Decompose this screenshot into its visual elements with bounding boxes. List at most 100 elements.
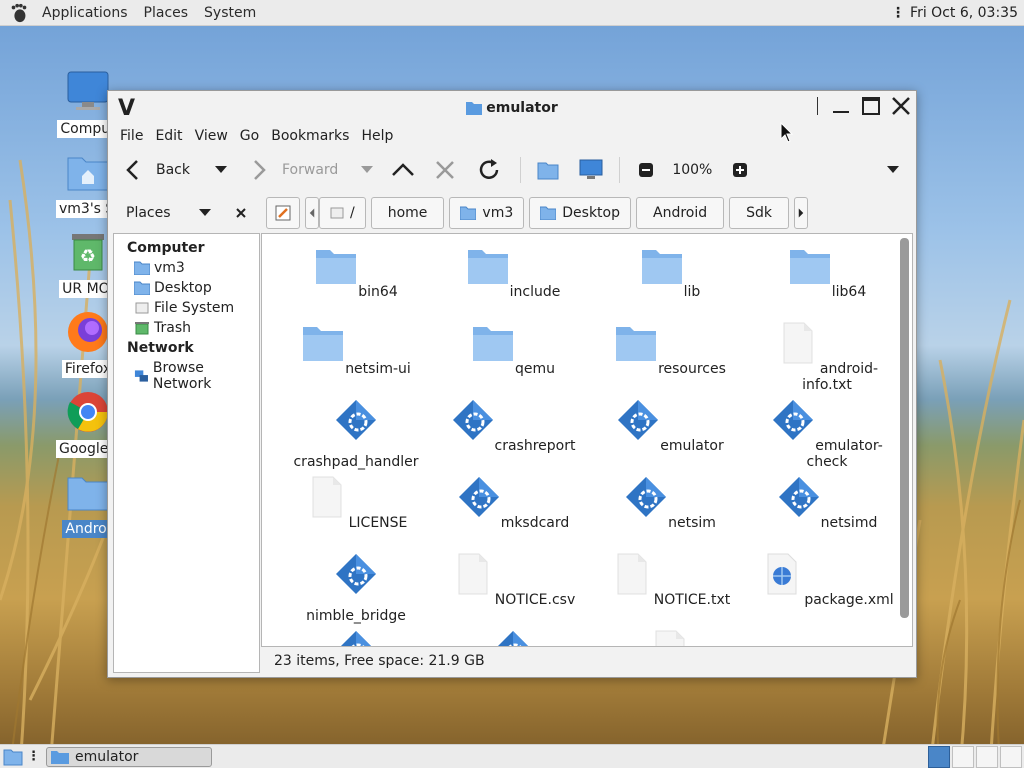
- workspace-4[interactable]: [1000, 745, 1022, 768]
- file-item[interactable]: [600, 629, 740, 646]
- file-name: mksdcard: [500, 515, 570, 531]
- clock[interactable]: Fri Oct 6, 03:35: [910, 5, 1024, 21]
- breadcrumb-root[interactable]: /: [319, 197, 366, 229]
- workspace-2[interactable]: [952, 745, 974, 768]
- text-document-icon: [458, 553, 488, 595]
- sidebar-item-desktop[interactable]: Desktop: [114, 278, 259, 298]
- file-item[interactable]: [286, 629, 426, 646]
- top-panel: Applications Places System ⋮ Fri Oct 6, …: [0, 0, 1024, 26]
- menu-bookmarks[interactable]: Bookmarks: [265, 128, 355, 144]
- file-item[interactable]: NOTICE.csv: [443, 552, 583, 608]
- maximize-icon[interactable]: [860, 95, 882, 117]
- file-item[interactable]: netsim-ui: [286, 321, 426, 377]
- file-name: emulator-check: [806, 438, 883, 470]
- breadcrumb-scroll-left[interactable]: [305, 197, 319, 229]
- file-name: LICENSE: [348, 515, 408, 531]
- executable-gear-icon: [773, 400, 814, 440]
- taskbar-item-emulator[interactable]: emulator: [46, 746, 212, 767]
- file-item[interactable]: android-info.txt: [757, 321, 897, 393]
- close-icon[interactable]: [890, 95, 912, 117]
- zoom-in-icon[interactable]: [732, 162, 748, 178]
- zoom-out-icon[interactable]: [638, 162, 654, 178]
- applications-menu[interactable]: Applications: [34, 5, 136, 21]
- file-name: resources: [658, 361, 726, 377]
- breadcrumb-vm3[interactable]: vm3: [449, 197, 525, 229]
- file-name: lib: [683, 284, 701, 300]
- file-item[interactable]: resources: [600, 321, 740, 377]
- stop-icon[interactable]: [434, 159, 456, 181]
- svg-text:♻: ♻: [80, 246, 96, 267]
- computer-icon[interactable]: [579, 159, 603, 181]
- toggle-location-button[interactable]: [266, 197, 300, 229]
- sidebar-item-browse-network[interactable]: Browse Network: [114, 358, 259, 394]
- panel-handle-icon[interactable]: ⋮: [885, 5, 910, 21]
- file-item[interactable]: package.xml: [757, 552, 897, 608]
- executable-gear-icon: [626, 477, 667, 517]
- file-item[interactable]: netsim: [600, 475, 740, 531]
- folder-icon: [51, 750, 69, 764]
- file-item[interactable]: include: [443, 244, 583, 300]
- file-name: lib64: [831, 284, 867, 300]
- menu-file[interactable]: File: [114, 128, 149, 144]
- file-item[interactable]: [443, 629, 583, 646]
- chevron-down-icon[interactable]: [360, 165, 374, 175]
- minimize-icon[interactable]: [830, 95, 852, 117]
- file-item[interactable]: nimble_bridge: [286, 552, 426, 624]
- file-item[interactable]: mksdcard: [443, 475, 583, 531]
- breadcrumb-android[interactable]: Android: [636, 197, 725, 229]
- menu-view[interactable]: View: [189, 128, 234, 144]
- breadcrumb-desktop[interactable]: Desktop: [529, 197, 632, 229]
- status-bar: 23 items, Free space: 21.9 GB: [261, 647, 913, 675]
- file-name: netsim-ui: [345, 361, 411, 377]
- executable-gear-icon: [336, 400, 376, 440]
- workspace-3[interactable]: [976, 745, 998, 768]
- gnome-foot-icon[interactable]: [8, 2, 30, 24]
- file-item[interactable]: lib: [600, 244, 740, 300]
- vertical-scrollbar[interactable]: [900, 238, 909, 618]
- sidebar-item-filesystem[interactable]: File System: [114, 298, 259, 318]
- show-desktop-icon[interactable]: [3, 748, 23, 766]
- chevron-down-icon[interactable]: [198, 209, 211, 217]
- file-item[interactable]: qemu: [443, 321, 583, 377]
- breadcrumb-home[interactable]: home: [370, 197, 445, 229]
- toolbar-overflow-icon[interactable]: [886, 165, 900, 175]
- sidebar-item-trash[interactable]: Trash: [114, 318, 259, 338]
- file-item[interactable]: emulator-check: [757, 398, 897, 470]
- file-item[interactable]: netsimd: [757, 475, 897, 531]
- text-document-icon: [655, 630, 685, 646]
- breadcrumb-sdk[interactable]: Sdk: [729, 197, 790, 229]
- file-item[interactable]: lib64: [757, 244, 897, 300]
- reload-icon[interactable]: [476, 157, 502, 183]
- file-item[interactable]: crashpad_handler: [286, 398, 426, 470]
- panel-handle-icon[interactable]: ⋮: [27, 749, 40, 764]
- xml-document-icon: [767, 553, 797, 595]
- workspace-1[interactable]: [928, 745, 950, 768]
- places-sidebar: Computer vm3 Desktop File System Trash N…: [113, 233, 260, 673]
- chevron-down-icon[interactable]: [214, 165, 228, 175]
- sidebar-item-vm3[interactable]: vm3: [114, 258, 259, 278]
- executable-gear-icon: [452, 400, 493, 440]
- back-button[interactable]: Back: [124, 159, 228, 181]
- menu-edit[interactable]: Edit: [149, 128, 188, 144]
- file-item[interactable]: bin64: [286, 244, 426, 300]
- forward-button[interactable]: Forward: [250, 159, 374, 181]
- titlebar[interactable]: V emulator: [108, 91, 916, 125]
- close-sidebar-icon[interactable]: [235, 207, 247, 219]
- breadcrumb-scroll-right[interactable]: [794, 197, 809, 229]
- menubar: File Edit View Go Bookmarks Help: [108, 125, 916, 147]
- file-item[interactable]: NOTICE.txt: [600, 552, 740, 608]
- file-item[interactable]: LICENSE: [286, 475, 426, 531]
- menu-help[interactable]: Help: [355, 128, 399, 144]
- file-name: include: [509, 284, 561, 300]
- sidebar-selector[interactable]: Places: [108, 205, 260, 221]
- computer-icon: [67, 71, 109, 110]
- up-arrow-icon[interactable]: [390, 159, 416, 181]
- chevron-right-icon: [798, 208, 804, 218]
- file-item[interactable]: crashreport: [443, 398, 583, 454]
- menu-go[interactable]: Go: [234, 128, 265, 144]
- home-folder-icon[interactable]: [537, 160, 559, 180]
- chrome-icon: [67, 392, 108, 432]
- places-menu[interactable]: Places: [136, 5, 197, 21]
- system-menu[interactable]: System: [196, 5, 264, 21]
- file-item[interactable]: emulator: [600, 398, 740, 454]
